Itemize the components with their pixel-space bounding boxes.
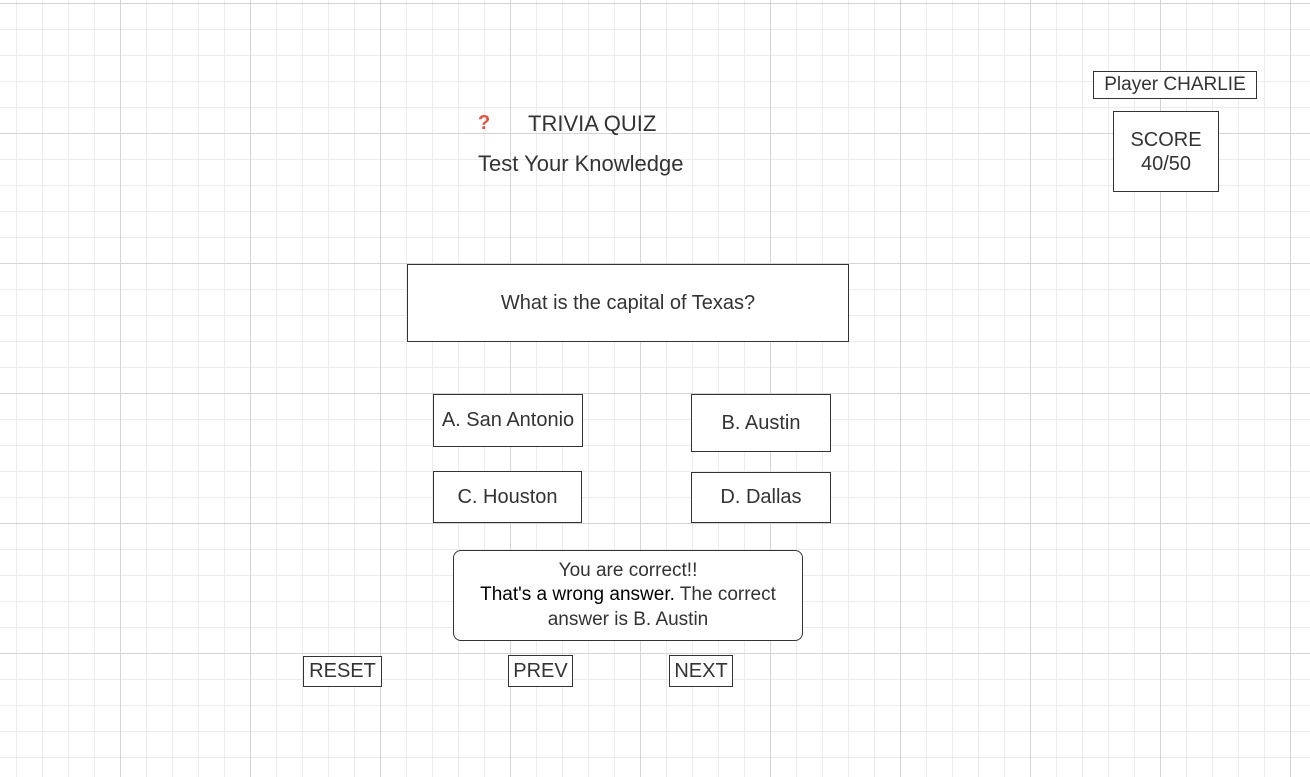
score-label: SCORE <box>1130 128 1202 151</box>
reset-button[interactable]: RESET <box>303 656 382 687</box>
player-name-label: Player CHARLIE <box>1093 71 1257 99</box>
question-text: What is the capital of Texas? <box>500 291 756 314</box>
answer-option-label: A. San Antonio <box>441 409 575 431</box>
quiz-title: TRIVIA QUIZ <box>528 111 657 136</box>
feedback-wrong-message: That's a wrong answer. The correct answe… <box>464 583 792 632</box>
quiz-subtitle: Test Your Knowledge <box>478 151 684 176</box>
question-box: What is the capital of Texas? <box>407 264 849 342</box>
next-button-label: NEXT <box>674 659 728 682</box>
player-name-text: Player CHARLIE <box>1104 74 1246 95</box>
answer-option-label: D. Dallas <box>720 486 802 508</box>
feedback-correct-message: You are correct!! <box>558 559 698 581</box>
prev-button-label: PREV <box>513 659 568 682</box>
answer-option-label: B. Austin <box>721 411 801 434</box>
feedback-wrong-lead: That's a wrong answer. <box>480 584 675 606</box>
question-mark-icon: ? <box>478 112 491 134</box>
prev-button[interactable]: PREV <box>508 655 573 687</box>
answer-option-d[interactable]: D. Dallas <box>691 472 831 523</box>
score-value: 40/50 <box>1140 152 1192 175</box>
feedback-box: You are correct!! That's a wrong answer.… <box>453 550 803 641</box>
score-box: SCORE 40/50 <box>1113 111 1219 192</box>
reset-button-label: RESET <box>309 660 376 682</box>
answer-option-label: C. Houston <box>457 485 558 508</box>
answer-option-b[interactable]: B. Austin <box>691 394 831 452</box>
answer-option-a[interactable]: A. San Antonio <box>433 394 583 447</box>
answer-option-c[interactable]: C. Houston <box>433 471 582 523</box>
next-button[interactable]: NEXT <box>669 655 733 687</box>
